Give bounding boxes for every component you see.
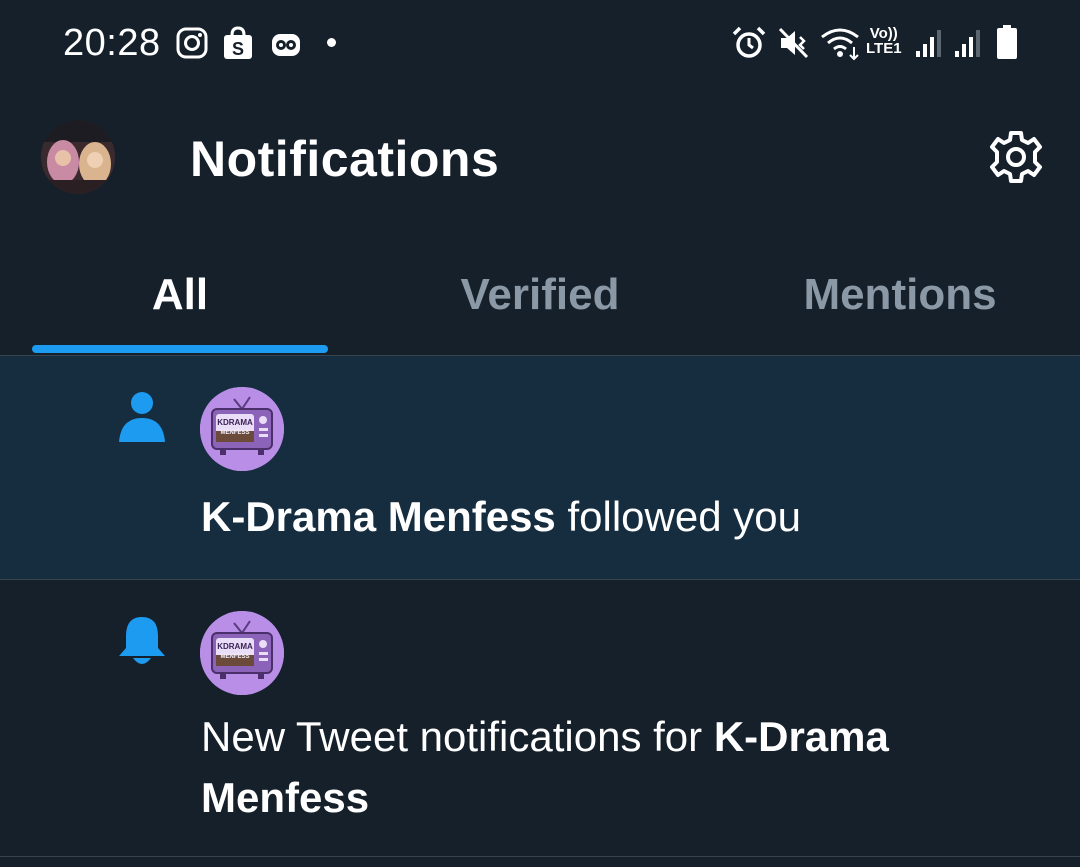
- account-name[interactable]: K-Drama Menfess: [201, 493, 556, 540]
- tv-logo: KDRAMA MENFESS: [200, 387, 284, 471]
- notification-action: followed you: [555, 493, 801, 540]
- notification-text: New Tweet notifications for K-Drama Menf…: [201, 706, 1041, 828]
- status-bar: 20:28 S Vo)) LTE1: [0, 0, 1080, 88]
- wifi-icon: [821, 28, 859, 61]
- profile-photo: [41, 120, 115, 194]
- tab-mentions[interactable]: Mentions: [720, 235, 1080, 355]
- notification-item[interactable]: KDRAMA MENFESS New Tweet notifications f…: [0, 580, 1080, 857]
- instagram-icon: [176, 27, 208, 59]
- svg-text:MENFESS: MENFESS: [220, 654, 249, 660]
- network-type-label: Vo)) LTE1: [866, 25, 902, 57]
- tab-all[interactable]: All: [0, 235, 360, 355]
- settings-gear-icon[interactable]: [987, 128, 1045, 186]
- kdrama-menfess-avatar[interactable]: KDRAMA MENFESS: [200, 611, 284, 695]
- app-icon: [272, 34, 300, 56]
- status-time: 20:28: [63, 22, 161, 64]
- page-title: Notifications: [190, 131, 500, 187]
- svg-text:KDRAMA: KDRAMA: [217, 642, 253, 651]
- notification-tabs: All Verified Mentions: [0, 235, 1080, 356]
- svg-text:KDRAMA: KDRAMA: [217, 418, 253, 427]
- alarm-icon: [732, 26, 766, 58]
- more-notifications-dot: [327, 38, 336, 47]
- svg-text:S: S: [232, 39, 244, 59]
- bell-icon: [119, 617, 165, 664]
- tv-logo: KDRAMA MENFESS: [200, 611, 284, 695]
- person-icon: [119, 392, 165, 442]
- shopee-icon: S: [224, 26, 252, 59]
- battery-icon: [997, 25, 1017, 59]
- kdrama-menfess-avatar[interactable]: KDRAMA MENFESS: [200, 387, 284, 471]
- app-header: [0, 88, 1080, 234]
- active-tab-indicator: [32, 345, 328, 353]
- notification-text: K-Drama Menfess followed you: [201, 486, 1041, 547]
- notification-item[interactable]: KDRAMA MENFESS K-Drama Menfess followed …: [0, 356, 1080, 580]
- profile-avatar[interactable]: [41, 120, 115, 194]
- mute-icon: [778, 27, 809, 59]
- svg-text:MENFESS: MENFESS: [220, 430, 249, 436]
- signal-icon: [916, 30, 941, 57]
- tab-verified[interactable]: Verified: [360, 235, 720, 355]
- signal-icon: [955, 30, 980, 57]
- notification-prefix: New Tweet notifications for: [201, 713, 714, 760]
